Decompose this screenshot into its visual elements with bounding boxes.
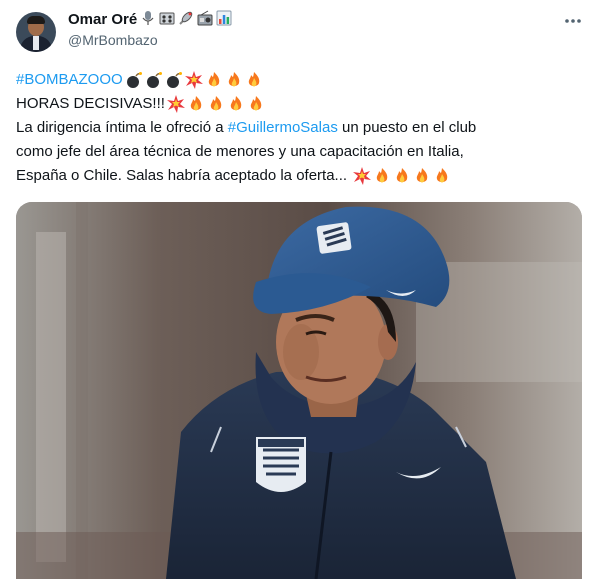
fire-emoji: [393, 167, 411, 185]
name-emoji-row: [140, 10, 232, 26]
fire-emoji: [205, 71, 223, 89]
body-text-segment: como jefe del área técnica de menores y …: [16, 143, 464, 160]
collision-emoji: [166, 95, 185, 113]
fire-emoji: [413, 167, 431, 185]
collision-emoji: [184, 71, 203, 89]
body-text-segment: España o Chile. Salas habría aceptado la…: [16, 167, 352, 184]
body-text-segment: La dirigencia íntima le ofreció a: [16, 119, 228, 136]
collision-emoji: [353, 167, 372, 185]
avatar[interactable]: [16, 12, 56, 52]
microphone-icon: [142, 11, 154, 25]
fire-emoji: [227, 95, 245, 113]
tweet-line-1: #BOMBAZOOO: [16, 68, 586, 92]
body-text-segment: un puesto en el club: [337, 119, 477, 136]
tweet-line-3: La dirigencia íntima le ofreció a #Guill…: [16, 116, 586, 140]
tweet-line-2: HORAS DECISIVAS!!!: [16, 92, 586, 116]
fire-emoji: [187, 95, 205, 113]
radio-device-icon: [197, 10, 213, 26]
fire-emoji: [373, 167, 391, 185]
tweet-line-4: como jefe del área técnica de menores y …: [16, 140, 586, 164]
more-horizontal-icon: [565, 19, 581, 23]
fire-emoji: [247, 95, 265, 113]
hashtag-guillermosalas[interactable]: #GuillermoSalas: [228, 116, 338, 140]
bar-chart-icon: [216, 10, 232, 26]
fire-emoji: [207, 95, 225, 113]
fire-emoji: [225, 71, 243, 89]
tweet-line-5: España o Chile. Salas habría aceptado la…: [16, 164, 586, 188]
more-options-button[interactable]: [558, 10, 588, 32]
tweet-text: #BOMBAZOOO HORAS DECISIVAS!!! La dirigen…: [16, 68, 586, 188]
author-handle[interactable]: @MrBombazo: [68, 32, 158, 48]
author-name[interactable]: Omar Oré: [68, 11, 137, 28]
radio-icon: [159, 12, 175, 25]
photo-coach-in-blue-cap-and-jacket: [16, 202, 582, 579]
bomb-emoji: [125, 71, 143, 89]
tweet-card: Omar Oré @MrBombazo #BOMBAZOOO HORAS DEC…: [0, 0, 596, 579]
headline-text: HORAS DECISIVAS!!!: [16, 95, 165, 112]
fire-emoji: [245, 71, 263, 89]
satellite-icon: [179, 11, 193, 25]
bomb-emoji: [165, 71, 183, 89]
hashtag-bombazooo[interactable]: #BOMBAZOOO: [16, 68, 123, 92]
fire-emoji: [433, 167, 451, 185]
tweet-media-photo[interactable]: [16, 202, 582, 579]
bomb-emoji: [145, 71, 163, 89]
